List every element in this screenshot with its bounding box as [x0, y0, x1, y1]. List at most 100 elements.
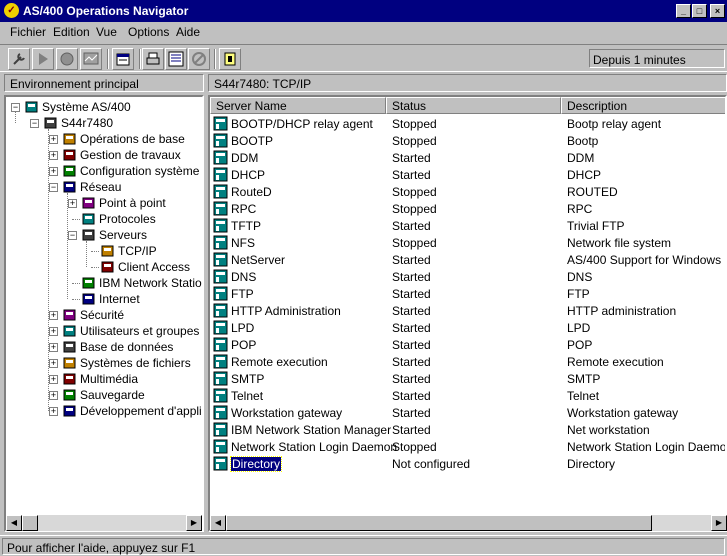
table-row[interactable]: IBM Network Station Manager Started Net wo…	[210, 421, 725, 438]
table-row[interactable]: POP Started POP	[210, 336, 725, 353]
server-list[interactable]: Server Name Status Description BOOTP/DHC…	[208, 95, 727, 532]
scroll-right-arrow-icon[interactable]: ▶	[186, 515, 202, 531]
table-row[interactable]: NetServer Started AS/400 Support for Windo…	[210, 251, 725, 268]
table-row[interactable]: LPD Started LPD	[210, 319, 725, 336]
column-header-description[interactable]: Description	[561, 97, 725, 114]
scroll-right-arrow-icon[interactable]: ▶	[711, 515, 727, 531]
table-row[interactable]: NFS Stopped Network file system	[210, 234, 725, 251]
app-icon[interactable]: ✓	[4, 3, 19, 18]
server-icon	[213, 388, 228, 403]
cancel-button[interactable]	[188, 48, 210, 70]
collapse-icon[interactable]: −	[30, 119, 39, 128]
column-header-server-name[interactable]: Server Name	[210, 97, 386, 114]
server-icon	[213, 303, 228, 318]
server-icon	[213, 150, 228, 165]
status-cell: Stopped	[392, 202, 437, 216]
table-row[interactable]: FTP Started FTP	[210, 285, 725, 302]
collapse-icon[interactable]: −	[49, 183, 58, 192]
tree-item-label: Point à point	[99, 196, 166, 210]
tree-item-label: TCP/IP	[118, 244, 157, 258]
menu-edition[interactable]: Edition	[53, 25, 90, 39]
table-row[interactable]: SMTP Started SMTP	[210, 370, 725, 387]
scroll-thumb[interactable]	[226, 515, 652, 531]
description-cell: Bootp relay agent	[567, 117, 662, 131]
scroll-thumb[interactable]	[22, 515, 38, 531]
menu-options[interactable]: Options	[128, 25, 169, 39]
table-row[interactable]: BOOTP/DHCP relay agent Stopped Bootp relay…	[210, 115, 725, 132]
table-row[interactable]: Workstation gateway Started Workstation ga…	[210, 404, 725, 421]
menu-bar: Fichier Edition Vue Options Aide	[0, 22, 727, 41]
database-icon	[62, 339, 78, 355]
properties-button[interactable]	[112, 48, 134, 70]
description-cell: POP	[567, 338, 593, 352]
table-row[interactable]: Network Station Login Daemon Stopped Netwo…	[210, 438, 725, 455]
scroll-left-arrow-icon[interactable]: ◀	[6, 515, 22, 531]
table-row[interactable]: DDM Started DDM	[210, 149, 725, 166]
expand-icon[interactable]: +	[49, 375, 58, 384]
minimize-button[interactable]: _	[676, 4, 691, 18]
table-row[interactable]: DHCP Started DHCP	[210, 166, 725, 183]
description-cell: Network Station Login Daemon	[567, 440, 727, 454]
menu-fichier[interactable]: Fichier	[10, 25, 46, 39]
expand-icon[interactable]: +	[49, 343, 58, 352]
title-bar[interactable]: ✓ AS/400 Operations Navigator _ □ ×	[0, 0, 727, 22]
tree-item-label: Développement d'applications	[80, 404, 202, 418]
stop-button[interactable]	[56, 48, 78, 70]
point-to-point-icon	[81, 195, 97, 211]
server-icon	[213, 184, 228, 199]
tree-horizontal-scrollbar[interactable]: ◀ ▶	[6, 515, 202, 531]
table-row[interactable]: Directory Not configured Directory	[210, 455, 725, 472]
table-row[interactable]: TFTP Started Trivial FTP	[210, 217, 725, 234]
expand-icon[interactable]: +	[49, 407, 58, 416]
scroll-left-arrow-icon[interactable]: ◀	[210, 515, 226, 531]
tree-item-label: Gestion de travaux	[80, 148, 181, 162]
table-row[interactable]: BOOTP Stopped Bootp	[210, 132, 725, 149]
details-view-icon	[168, 51, 184, 67]
tree-item-label: Utilisateurs et groupes	[80, 324, 200, 338]
table-row[interactable]: DNS Started DNS	[210, 268, 725, 285]
server-icon	[213, 218, 228, 233]
right-panel-title: S44r7480: TCP/IP	[208, 74, 727, 92]
column-header-status[interactable]: Status	[386, 97, 561, 114]
close-button[interactable]: ×	[710, 4, 725, 18]
navigation-tree[interactable]: − Système AS/400− S44r7480 + Opérations de b…	[4, 95, 204, 532]
expand-icon[interactable]: +	[49, 151, 58, 160]
menu-aide[interactable]: Aide	[176, 25, 200, 39]
server-name-cell: NetServer	[231, 253, 286, 267]
status-cell: Started	[392, 423, 431, 437]
task-button[interactable]	[219, 48, 241, 70]
status-cell: Stopped	[392, 117, 437, 131]
maximize-button[interactable]: □	[692, 4, 707, 18]
monitor-button[interactable]	[80, 48, 102, 70]
details-view-button[interactable]	[165, 48, 187, 70]
table-row[interactable]: Remote execution Started Remote execution	[210, 353, 725, 370]
server-icon	[213, 320, 228, 335]
description-cell: HTTP administration	[567, 304, 677, 318]
table-row[interactable]: Telnet Started Telnet	[210, 387, 725, 404]
connect-button[interactable]	[8, 48, 30, 70]
expand-icon[interactable]: +	[49, 391, 58, 400]
start-button[interactable]	[32, 48, 54, 70]
expand-icon[interactable]: +	[49, 311, 58, 320]
expand-icon[interactable]: +	[49, 135, 58, 144]
expand-icon[interactable]: +	[68, 199, 77, 208]
multimedia-icon	[62, 371, 78, 387]
description-cell: Remote execution	[567, 355, 664, 369]
tree-item-label: Protocoles	[99, 212, 156, 226]
expand-icon[interactable]: +	[49, 327, 58, 336]
table-row[interactable]: RouteD Stopped ROUTED	[210, 183, 725, 200]
list-horizontal-scrollbar[interactable]: ◀ ▶	[210, 515, 727, 531]
status-cell: Started	[392, 389, 431, 403]
print-button[interactable]	[142, 48, 164, 70]
table-row[interactable]: HTTP Administration Started HTTP administr…	[210, 302, 725, 319]
status-text: Pour afficher l'aide, appuyez sur F1	[2, 538, 725, 555]
expand-icon[interactable]: +	[49, 167, 58, 176]
collapse-icon[interactable]: −	[68, 231, 77, 240]
client-access-icon	[100, 259, 116, 275]
table-row[interactable]: RPC Stopped RPC	[210, 200, 725, 217]
server-name-cell: Directory	[229, 456, 283, 472]
menu-vue[interactable]: Vue	[96, 25, 117, 39]
expand-icon[interactable]: +	[49, 359, 58, 368]
status-cell: Started	[392, 168, 431, 182]
description-cell: DNS	[567, 270, 593, 284]
